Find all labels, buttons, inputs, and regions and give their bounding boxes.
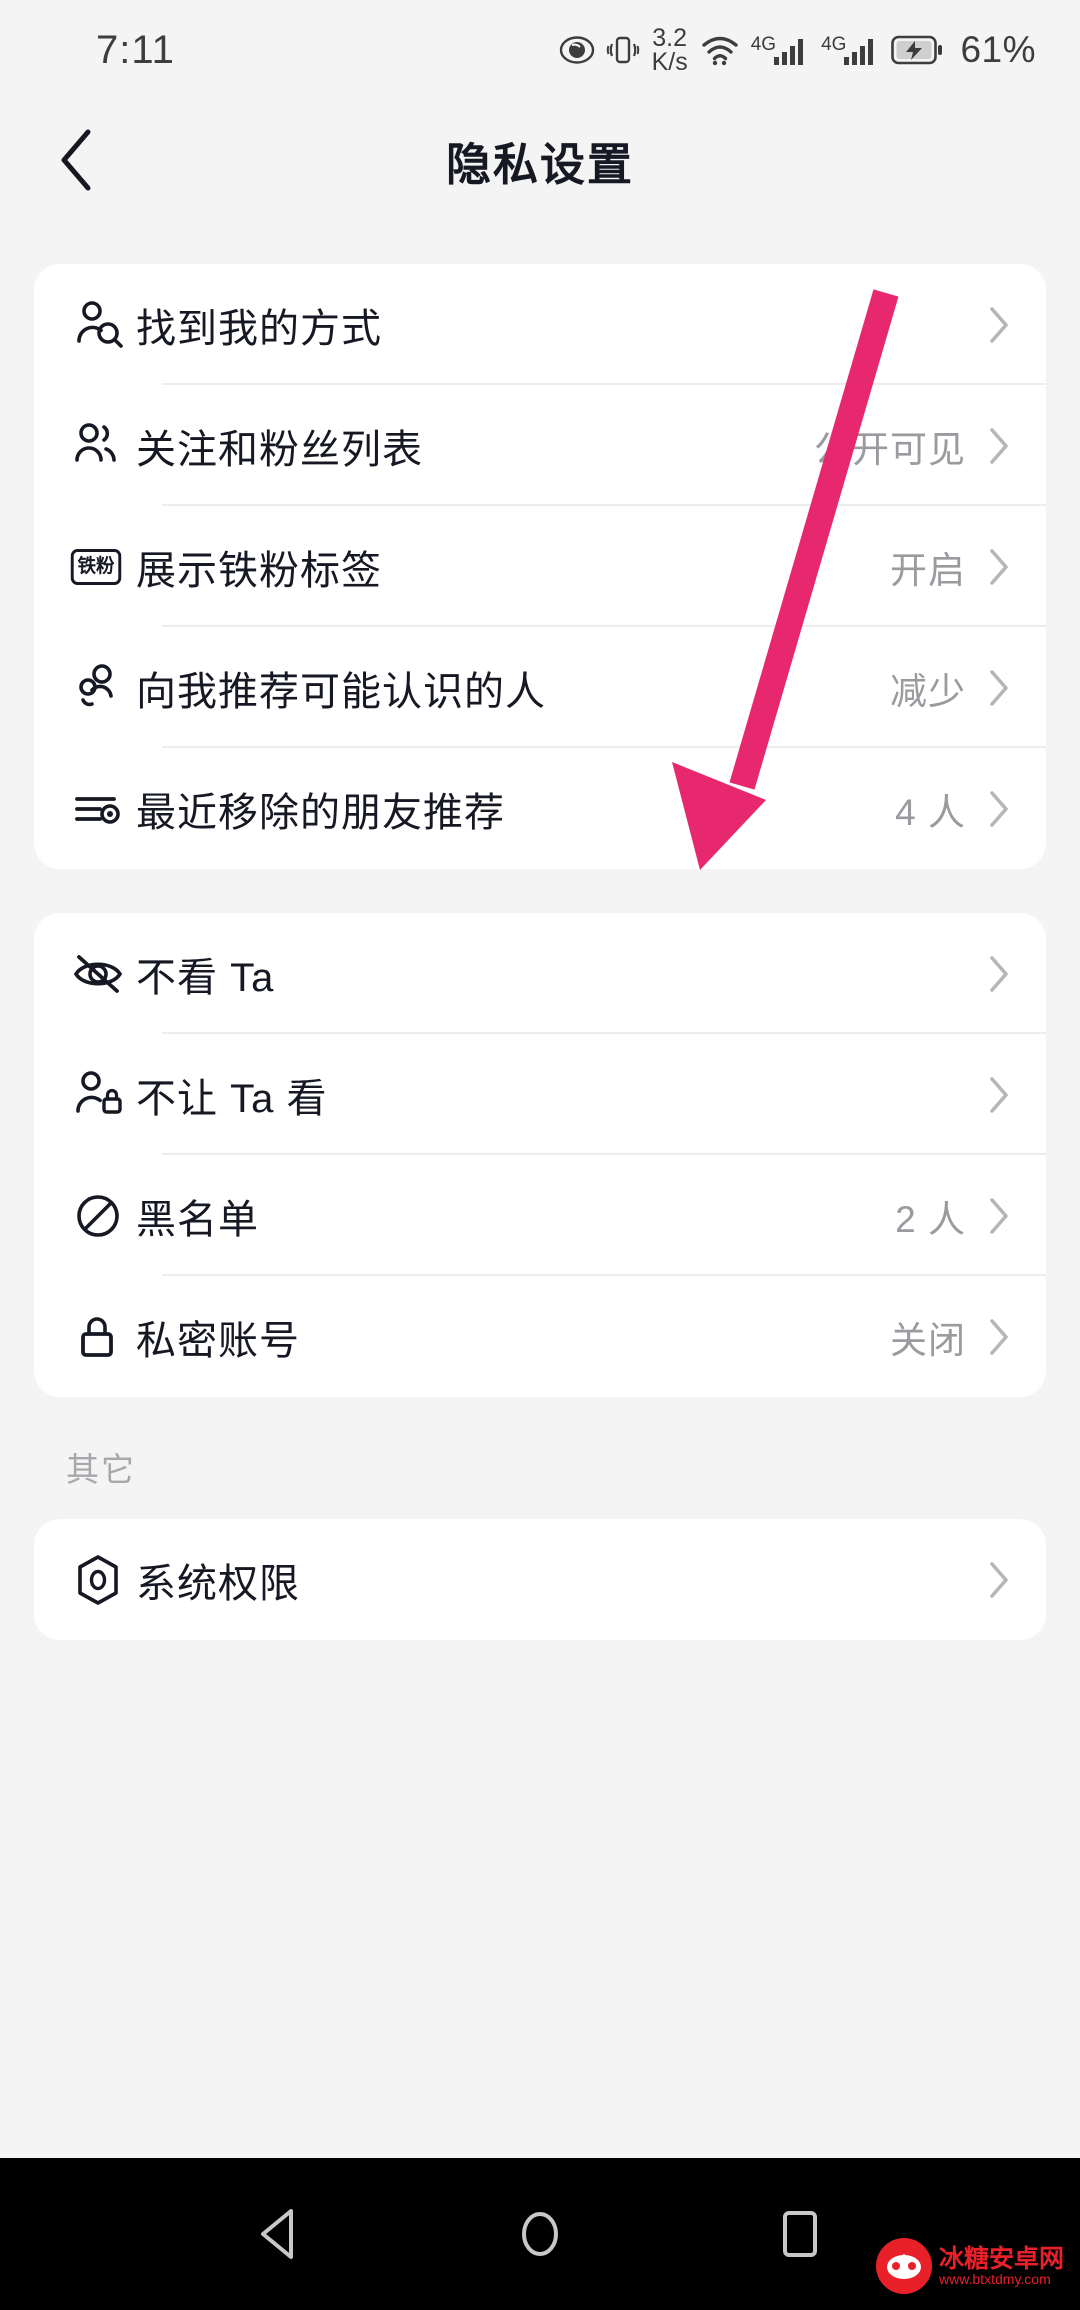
row-following-fans-list[interactable]: 关注和粉丝列表 公开可见 [34,385,1046,506]
sim2-signal: 4G [821,33,880,67]
chevron-right-icon [986,427,1012,465]
watermark-text: 冰糖安卓网 www.btxtdmy.com [938,2244,1064,2287]
back-button[interactable] [34,117,120,203]
eye-off-icon [70,946,136,1002]
eye-care-icon [559,35,595,65]
person-suggest-icon [70,660,136,716]
chevron-left-icon [61,129,91,191]
chevron-right-icon [986,1076,1012,1114]
row-value: 4 人 [895,791,966,833]
row-value: 开启 [890,549,966,591]
row-label: 展示铁粉标签 [136,548,382,593]
block-icon [70,1188,136,1244]
row-value: 减少 [890,670,966,712]
nav-home-button[interactable] [480,2158,600,2310]
row-dont-see-ta[interactable]: 不看 Ta [34,913,1046,1034]
row-label: 私密账号 [136,1318,300,1363]
fan-badge-icon: 铁粉 [70,548,136,585]
sim1-signal: 4G [751,33,810,67]
app-bar: 隐私设置 [0,100,1080,220]
settings-card-discovery: 找到我的方式 关注和粉丝列表 公开可见 铁粉 展示铁粉标签 开启 向我推荐可能认… [34,264,1046,869]
settings-card-other: 系统权限 [34,1519,1046,1640]
chevron-right-icon [986,955,1012,993]
row-label: 向我推荐可能认识的人 [136,669,546,714]
row-system-permissions[interactable]: 系统权限 [34,1519,1046,1640]
row-label: 黑名单 [136,1197,259,1242]
person-search-icon [70,297,136,353]
settings-list: 找到我的方式 关注和粉丝列表 公开可见 铁粉 展示铁粉标签 开启 向我推荐可能认… [0,220,1080,1640]
nav-back-button[interactable] [220,2158,340,2310]
chevron-right-icon [986,669,1012,707]
network-speed: 3.2 K/s [651,23,688,76]
status-icons: 3.2 K/s 4G 4G 61% [559,23,1036,76]
chevron-right-icon [986,790,1012,828]
battery-percent: 61% [960,29,1036,70]
vibrate-icon [606,33,640,67]
signal-icon [774,39,804,65]
watermark-logo-icon [875,2238,932,2294]
row-show-super-fan-tag[interactable]: 铁粉 展示铁粉标签 开启 [34,506,1046,627]
chevron-right-icon [986,306,1012,344]
people-group-icon [70,418,136,474]
lock-icon [70,1309,136,1365]
row-dont-let-ta-see[interactable]: 不让 Ta 看 [34,1034,1046,1155]
back-triangle-icon [261,2209,293,2259]
row-recommend-people-i-may-know[interactable]: 向我推荐可能认识的人 减少 [34,627,1046,748]
section-header-other: 其它 [66,1451,136,1488]
row-label: 不看 Ta [136,955,275,1000]
home-circle-icon [522,2212,558,2256]
row-blacklist[interactable]: 黑名单 2 人 [34,1155,1046,1276]
row-find-me[interactable]: 找到我的方式 [34,264,1046,385]
row-label: 找到我的方式 [136,306,382,351]
chevron-right-icon [986,1318,1012,1356]
fan-badge-text: 铁粉 [70,548,122,585]
row-label: 不让 Ta 看 [136,1076,328,1121]
row-recently-removed-friend-suggestions[interactable]: 最近移除的朋友推荐 4 人 [34,748,1046,869]
signal-icon [844,39,874,65]
settings-card-blocking: 不看 Ta 不让 Ta 看 黑名单 2 人 私密账号 关闭 [34,913,1046,1397]
battery-charging-icon [891,34,943,66]
person-lock-icon [70,1067,136,1123]
row-label: 最近移除的朋友推荐 [136,790,505,835]
filter-list-icon [70,781,136,837]
row-value: 关闭 [890,1319,966,1361]
chevron-right-icon [986,548,1012,586]
row-label: 关注和粉丝列表 [136,427,423,472]
nav-recents-button[interactable] [740,2158,860,2310]
site-watermark: 冰糖安卓网 www.btxtdmy.com [875,2238,1064,2294]
row-value: 2 人 [895,1198,966,1240]
chevron-right-icon [986,1197,1012,1235]
row-private-account[interactable]: 私密账号 关闭 [34,1276,1046,1397]
row-label: 系统权限 [136,1561,300,1606]
watermark-name: 冰糖安卓网 [938,2244,1064,2273]
status-time: 7:11 [96,27,175,72]
wifi-icon [700,33,740,67]
page-title: 隐私设置 [445,138,634,190]
watermark-url: www.btxtdmy.com [938,2270,1051,2287]
status-bar: 7:11 3.2 K/s 4G 4G 61% [0,0,1080,100]
permission-hexagon-icon [70,1552,136,1608]
chevron-right-icon [986,1561,1012,1599]
row-value: 公开可见 [814,428,966,470]
recents-square-icon [783,2211,817,2257]
